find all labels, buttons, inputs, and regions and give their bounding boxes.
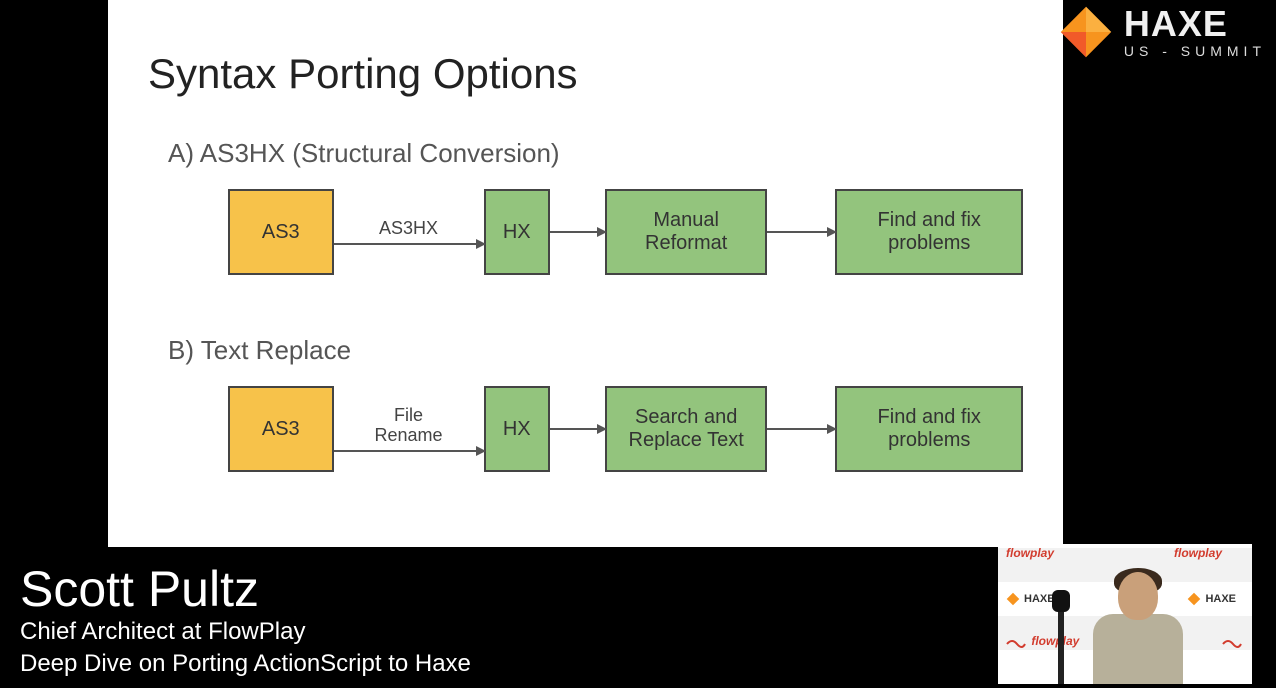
arrow-label: AS3HX bbox=[379, 219, 438, 239]
flow-box-search-replace: Search and Replace Text bbox=[605, 386, 768, 472]
speaker-role: Chief Architect at FlowPlay bbox=[20, 618, 471, 646]
flow-box-manual-reformat: Manual Reformat bbox=[605, 189, 768, 275]
backdrop-flowplay-logo: flowplay bbox=[1006, 546, 1054, 560]
flow-box-hx: HX bbox=[484, 386, 550, 472]
event-logo-text: HAXE US - SUMMIT bbox=[1124, 6, 1266, 58]
speaker-figure bbox=[1088, 564, 1188, 684]
flow-box-find-fix: Find and fix problems bbox=[835, 189, 1023, 275]
arrow-line bbox=[550, 428, 605, 430]
event-logo-sub: US - SUMMIT bbox=[1124, 44, 1266, 58]
arrow-line bbox=[767, 428, 835, 430]
arrow: File Rename bbox=[334, 406, 484, 452]
speaker-name: Scott Pultz bbox=[20, 564, 471, 614]
arrow-label: File Rename bbox=[375, 406, 443, 446]
event-logo: HAXE US - SUMMIT bbox=[1058, 4, 1266, 60]
slide-title: Syntax Porting Options bbox=[148, 50, 1023, 98]
option-a-flow: AS3 AS3HX HX Manual Reformat Find and fi… bbox=[228, 189, 1023, 275]
slide: Syntax Porting Options A) AS3HX (Structu… bbox=[108, 0, 1063, 547]
option-a-label: A) AS3HX (Structural Conversion) bbox=[168, 138, 1023, 169]
lower-third: Scott Pultz Chief Architect at FlowPlay … bbox=[20, 564, 471, 678]
haxe-icon bbox=[1058, 4, 1114, 60]
arrow: AS3HX bbox=[334, 219, 484, 245]
backdrop-haxe-text: HAXE bbox=[1024, 593, 1055, 605]
backdrop-haxe-text: HAXE bbox=[1205, 593, 1236, 605]
arrow-line bbox=[334, 450, 484, 452]
arrow-line bbox=[550, 231, 605, 233]
arrow bbox=[550, 428, 605, 430]
arrow-line bbox=[334, 243, 484, 245]
arrow-line bbox=[767, 231, 835, 233]
arrow bbox=[767, 231, 835, 233]
flow-box-hx: HX bbox=[484, 189, 550, 275]
backdrop-flowplay-logo bbox=[1222, 634, 1244, 648]
backdrop-haxe-logo: HAXE bbox=[1006, 592, 1055, 606]
option-b-flow: AS3 File Rename HX Search and Replace Te… bbox=[228, 386, 1023, 472]
option-b-label: B) Text Replace bbox=[168, 335, 1023, 366]
backdrop-flowplay-logo: flowplay bbox=[1174, 546, 1222, 560]
talk-title: Deep Dive on Porting ActionScript to Hax… bbox=[20, 650, 471, 678]
flow-box-as3: AS3 bbox=[228, 189, 334, 275]
flow-box-as3: AS3 bbox=[228, 386, 334, 472]
microphone-icon bbox=[1058, 604, 1064, 684]
event-logo-main: HAXE bbox=[1124, 6, 1266, 42]
arrow bbox=[767, 428, 835, 430]
arrow bbox=[550, 231, 605, 233]
speaker-camera: HAXE HAXE flowplay flowplay flowplay bbox=[998, 544, 1252, 684]
backdrop-haxe-logo: HAXE bbox=[1187, 592, 1236, 606]
flow-box-find-fix: Find and fix problems bbox=[835, 386, 1023, 472]
backdrop-flowplay-logo: flowplay bbox=[1006, 634, 1079, 648]
